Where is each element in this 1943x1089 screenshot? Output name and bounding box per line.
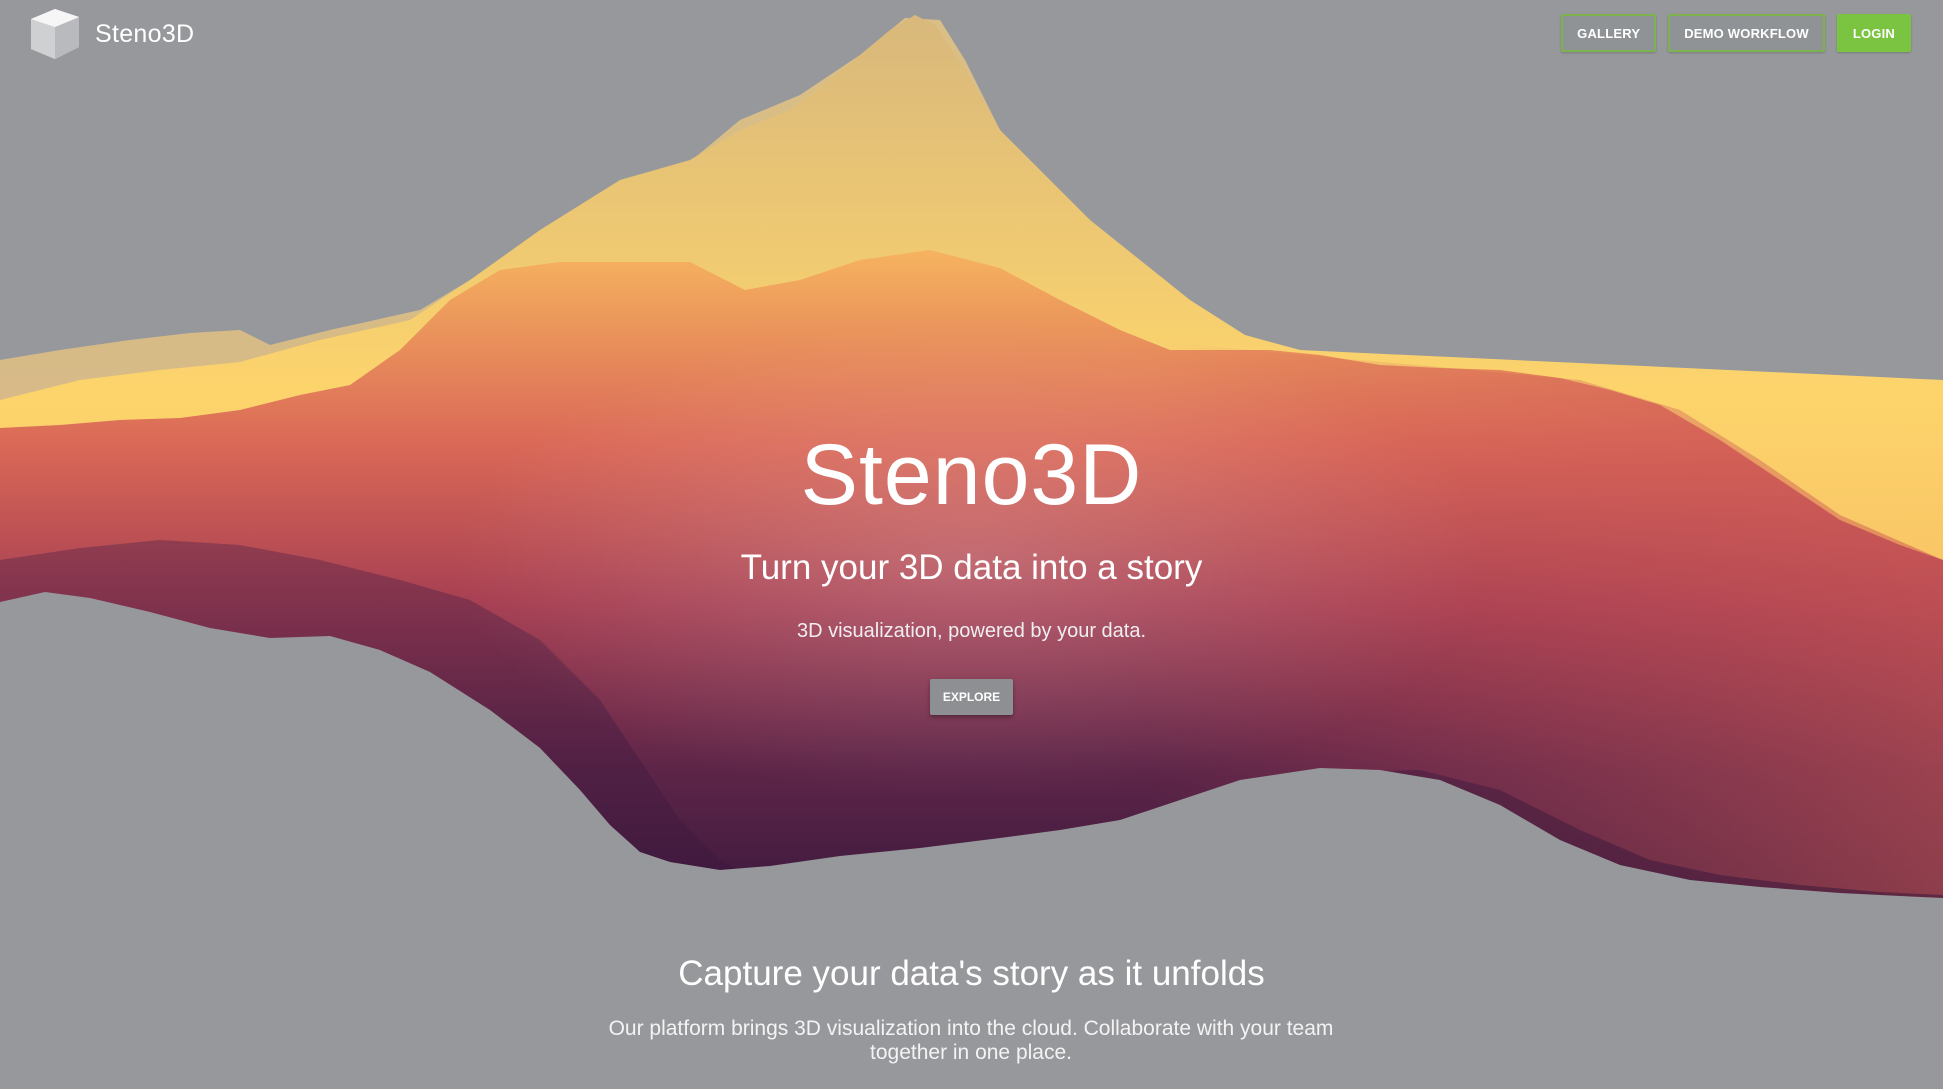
login-button[interactable]: LOGIN (1836, 14, 1911, 52)
hero-description: 3D visualization, powered by your data. (796, 620, 1147, 642)
page: Steno3D GALLERY DEMO WORKFLOW LOGIN Sten… (0, 0, 1943, 1089)
hero-title: Steno3D (800, 427, 1143, 523)
logo[interactable]: Steno3D (29, 7, 194, 61)
cube-icon (29, 7, 81, 61)
terrain-visualization[interactable] (0, 0, 1943, 1089)
gallery-button[interactable]: GALLERY (1561, 14, 1657, 52)
top-nav: GALLERY DEMO WORKFLOW LOGIN (1561, 14, 1911, 52)
demo-workflow-button[interactable]: DEMO WORKFLOW (1668, 14, 1825, 52)
logo-text: Steno3D (95, 19, 195, 48)
hero-subtitle: Turn your 3D data into a story (740, 548, 1203, 587)
section-text: Our platform brings 3D visualization int… (608, 1017, 1334, 1064)
explore-button[interactable]: EXPLORE (930, 679, 1013, 715)
section-title: Capture your data's story as it unfolds (678, 954, 1265, 993)
